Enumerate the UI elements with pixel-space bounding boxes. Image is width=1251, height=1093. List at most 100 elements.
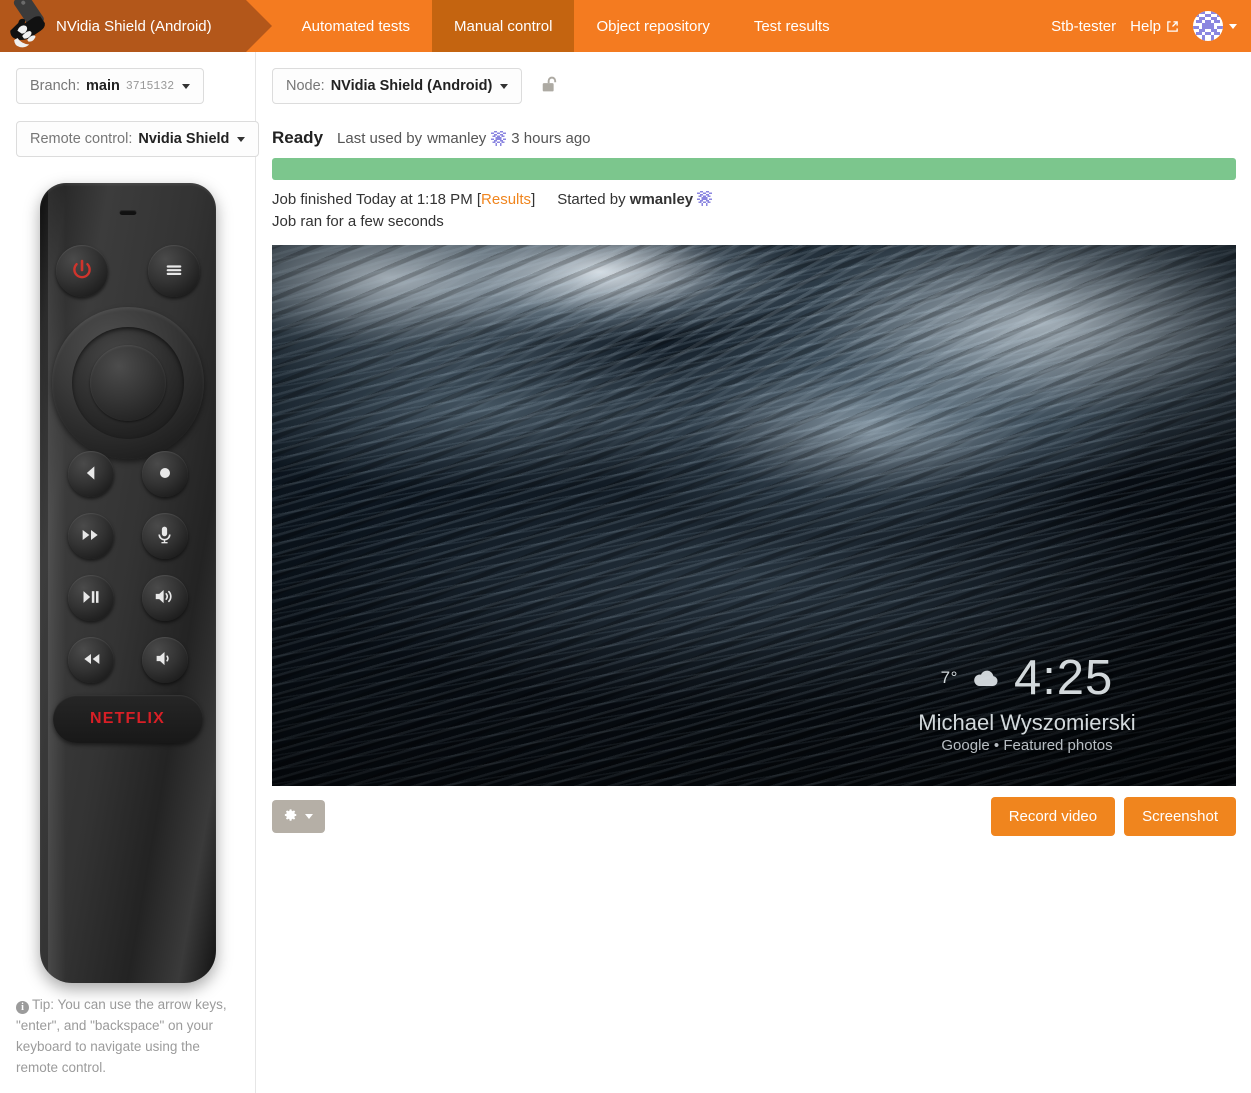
started-prefix: Started by	[557, 191, 626, 208]
weather-clock-row: 7° 4:25	[852, 650, 1202, 705]
job-progress-bar	[272, 158, 1236, 180]
top-navbar: NVidia Shield (Android) Automated tests …	[0, 0, 1251, 52]
user-avatar-identicon	[1193, 11, 1223, 41]
power-icon	[70, 258, 94, 285]
screenshot-button[interactable]: Screenshot	[1124, 796, 1236, 836]
external-link-icon	[1166, 20, 1179, 33]
user-name-label: Stb-tester	[1051, 17, 1117, 35]
tab-test-results[interactable]: Test results	[732, 0, 852, 52]
netflix-button[interactable]: NETFLIX	[52, 695, 203, 743]
hand-holding-remote-icon	[2, 0, 60, 50]
remote-sheen	[47, 183, 66, 983]
chevron-down-icon	[500, 83, 509, 89]
nav-tabs: Automated tests Manual control Object re…	[280, 0, 852, 52]
tab-automated-tests[interactable]: Automated tests	[280, 0, 432, 52]
navbar-right: Stb-tester Help	[1051, 0, 1251, 52]
brand-block[interactable]: NVidia Shield (Android)	[0, 0, 272, 52]
volume-down-button[interactable]	[141, 637, 188, 683]
play-pause-button[interactable]	[67, 575, 114, 621]
screen-action-bar: Record video Screenshot	[272, 796, 1236, 836]
last-used-when: 3 hours ago	[511, 130, 591, 147]
info-icon: i	[16, 1001, 29, 1014]
remote-control-area: NETFLIX	[16, 183, 239, 983]
back-triangle-icon	[81, 463, 101, 486]
job-finished-suffix: ]	[531, 191, 536, 208]
fast-forward-icon	[79, 525, 103, 548]
photo-author-label: Michael Wyszomierski	[918, 709, 1136, 735]
job-finished-text: Job finished Today at 1:18 PM [Results]	[272, 189, 535, 211]
volume-up-icon	[153, 586, 176, 610]
branch-selector[interactable]: Branch: main 3715132	[16, 68, 205, 104]
sidebar: Branch: main 3715132 Remote control: Nvi…	[0, 52, 260, 1093]
job-finished-row: Job finished Today at 1:18 PM [Results] …	[272, 189, 1236, 211]
dpad-ok-button[interactable]	[89, 345, 166, 421]
brand-label: NVidia Shield (Android)	[56, 17, 212, 35]
screen-overlay: 7° 4:25 Michael Wyszomierski Google • Fe…	[852, 650, 1202, 754]
microphone-icon	[154, 524, 175, 548]
last-used-user: wmanley	[427, 130, 487, 147]
job-started-by: Started by wmanley	[557, 189, 713, 211]
home-button[interactable]	[141, 451, 188, 497]
volume-up-button[interactable]	[141, 575, 188, 621]
branch-sha: 3715132	[125, 79, 175, 93]
node-selector[interactable]: Node: NVidia Shield (Android)	[272, 68, 523, 104]
job-duration: Job ran for a few seconds	[272, 212, 444, 230]
remote-control-selector[interactable]: Remote control: Nvidia Shield	[16, 121, 260, 157]
menu-button[interactable]	[147, 245, 200, 297]
keyboard-tip: i Tip: You can use the arrow keys, "enter…	[16, 995, 239, 1079]
results-link[interactable]: Results	[481, 191, 531, 208]
job-finished-prefix: Job finished Today at 1:18 PM [	[272, 191, 482, 208]
tab-object-repository[interactable]: Object repository	[574, 0, 731, 52]
dpad[interactable]	[51, 307, 204, 459]
branch-name: main	[85, 78, 120, 94]
rewind-button[interactable]	[67, 637, 114, 683]
hamburger-menu-icon	[163, 259, 185, 284]
netflix-logo: NETFLIX	[89, 710, 166, 727]
volume-down-icon	[153, 648, 176, 672]
clock-label: 4:25	[1013, 650, 1114, 705]
unlocked-padlock-icon[interactable]	[540, 76, 560, 98]
help-link[interactable]: Help	[1130, 18, 1179, 35]
remote-control-prefix: Remote control:	[30, 131, 133, 147]
dpad-ring[interactable]	[71, 327, 184, 439]
play-pause-icon	[79, 587, 103, 610]
node-prefix: Node:	[286, 78, 325, 94]
remote-control-body: NETFLIX	[39, 183, 216, 983]
screen-settings-button[interactable]	[272, 799, 325, 833]
screen-action-buttons: Record video Screenshot	[990, 796, 1236, 836]
user-avatar-identicon	[491, 131, 507, 146]
tab-manual-control[interactable]: Manual control	[432, 0, 575, 52]
power-button[interactable]	[55, 245, 108, 297]
record-video-button[interactable]: Record video	[990, 796, 1116, 836]
gear-icon	[284, 808, 298, 825]
node-row: Node: NVidia Shield (Android)	[272, 68, 1236, 104]
ir-led	[119, 210, 136, 215]
avatar-menu[interactable]	[1193, 11, 1237, 41]
voice-search-button[interactable]	[141, 513, 188, 559]
status-badge: Ready	[272, 128, 324, 147]
user-menu-link[interactable]: Stb-tester	[1051, 18, 1116, 35]
remote-control-name: Nvidia Shield	[138, 131, 230, 147]
main-content: Node: NVidia Shield (Android) Ready Last…	[256, 52, 1251, 836]
page-body: Branch: main 3715132 Remote control: Nvi…	[0, 52, 1251, 1093]
help-label: Help	[1130, 17, 1161, 35]
fast-forward-button[interactable]	[67, 513, 114, 559]
chevron-down-icon	[1229, 23, 1237, 29]
cloud-icon	[972, 669, 1000, 688]
back-button[interactable]	[67, 451, 114, 497]
started-user: wmanley	[629, 191, 694, 208]
chevron-down-icon	[182, 83, 191, 89]
last-used-meta: Last used by wmanley 3 hours ago	[337, 130, 590, 147]
job-info: Job finished Today at 1:18 PM [Results] …	[272, 189, 1236, 233]
node-name: NVidia Shield (Android)	[330, 78, 493, 94]
last-used-prefix: Last used by	[337, 130, 423, 147]
chevron-down-icon	[237, 136, 246, 142]
circle-dot-icon	[155, 463, 175, 486]
device-screen-view[interactable]: 7° 4:25 Michael Wyszomierski Google • Fe…	[272, 244, 1236, 786]
rewind-icon	[79, 649, 103, 672]
branch-prefix: Branch:	[30, 78, 80, 94]
keyboard-tip-text: Tip: You can use the arrow keys, "enter"…	[16, 997, 227, 1075]
status-row: Ready Last used by wmanley 3 hours ago	[272, 128, 1236, 148]
user-avatar-identicon	[697, 191, 713, 206]
temperature-label: 7°	[940, 668, 958, 687]
